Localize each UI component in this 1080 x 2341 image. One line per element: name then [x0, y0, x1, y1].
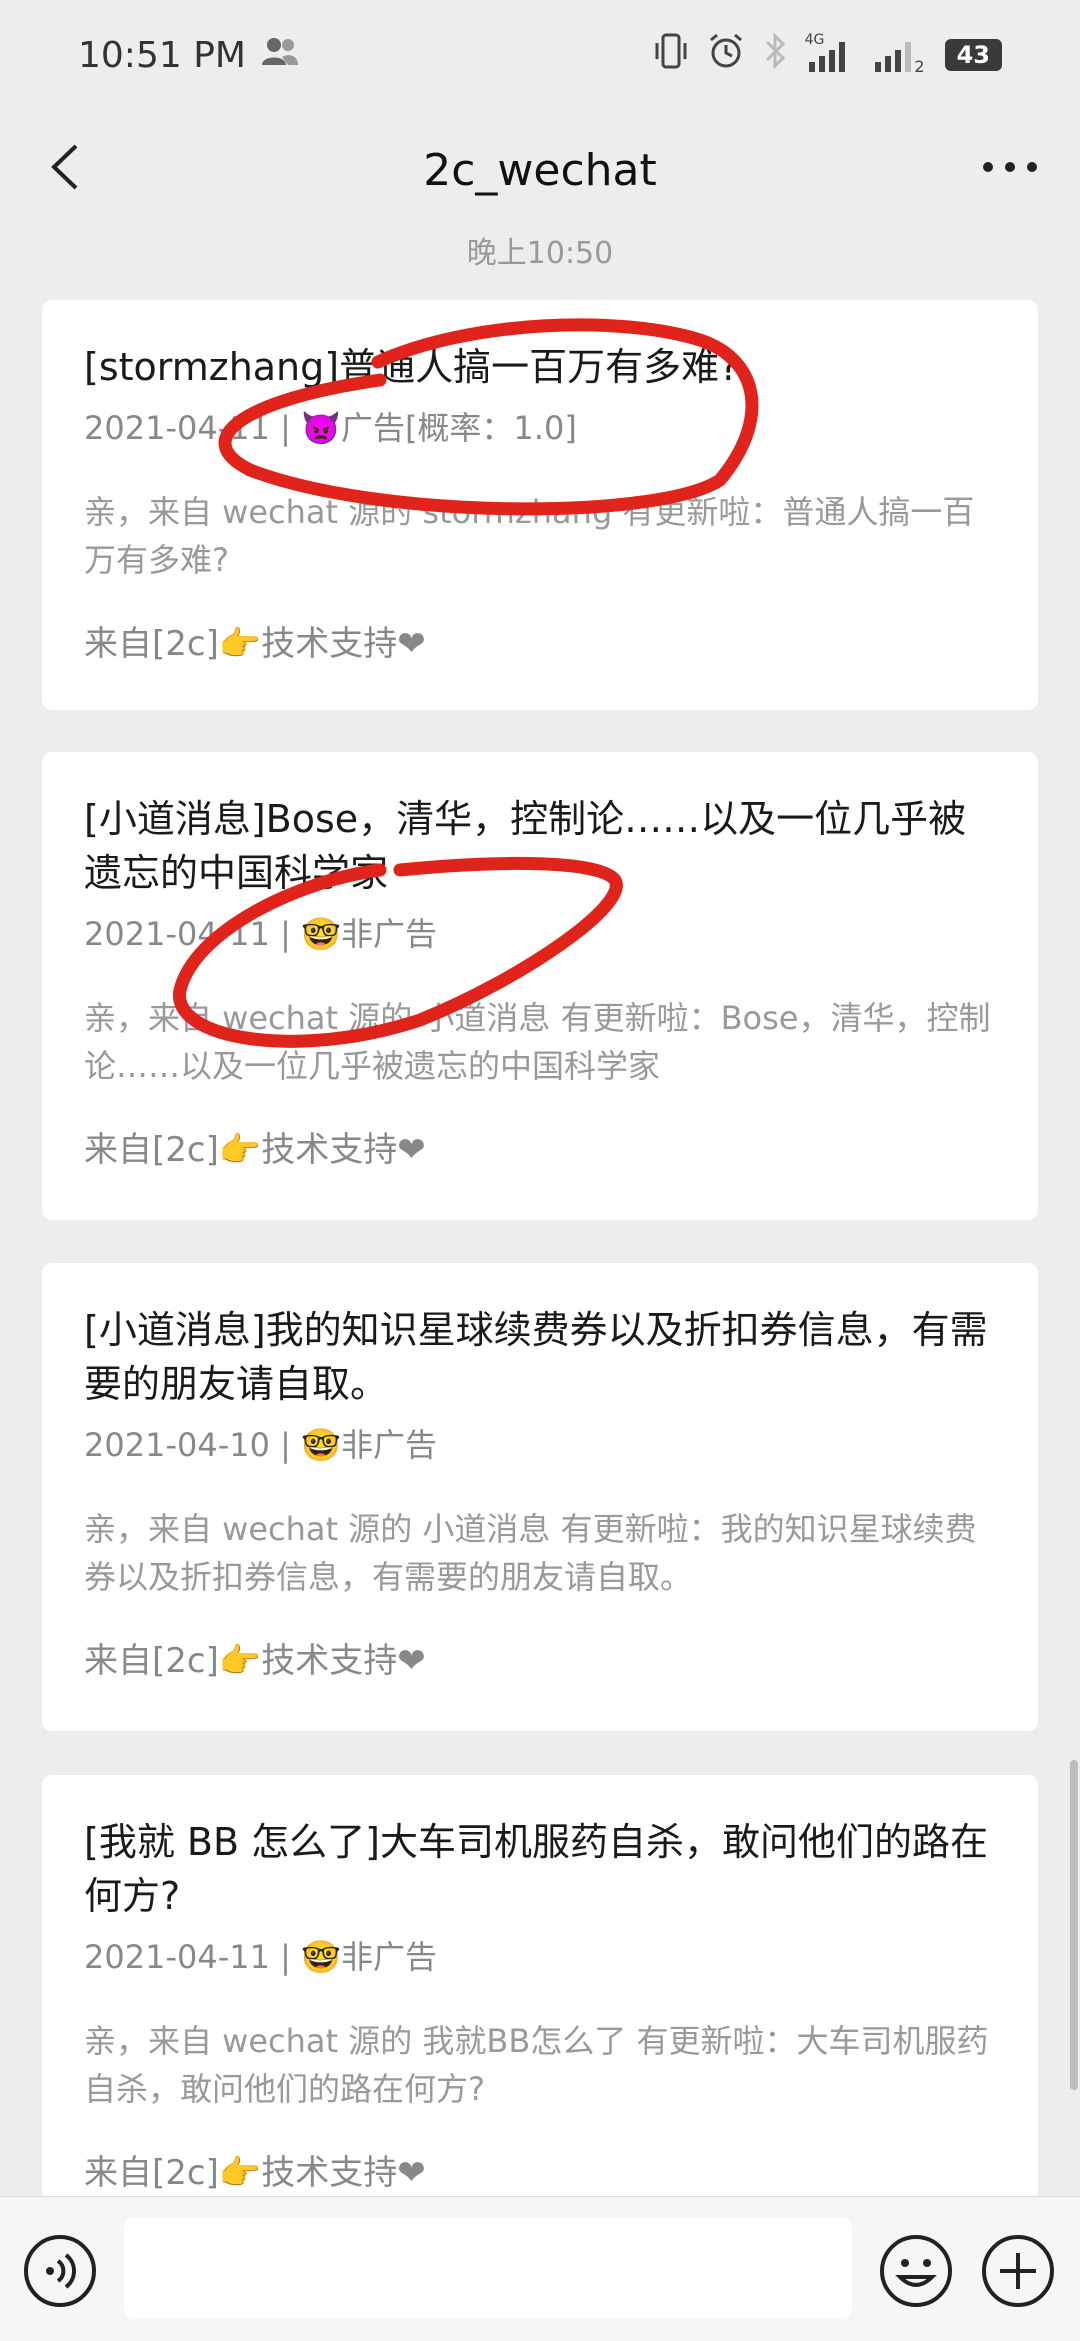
card-footer: 来自[2c]👉技术支持❤ [84, 1641, 426, 1681]
more-options-button[interactable] [970, 132, 1050, 202]
voice-icon [24, 2235, 96, 2307]
card-description: 亲，来自 wechat 源的 小道消息 有更新啦：Bose，清华，控制论……以及… [84, 999, 991, 1085]
card-meta: 2021-04-11 | 👿广告[概率：1.0] [84, 409, 577, 447]
message-card[interactable]: [stormzhang]普通人搞一百万有多难? 2021-04-11 | 👿广告… [42, 300, 1038, 710]
card-meta: 2021-04-11 | 🤓非广告 [84, 915, 437, 953]
message-card[interactable]: [小道消息]Bose，清华，控制论……以及一位几乎被遗忘的中国科学家 2021-… [42, 752, 1038, 1220]
signal-4g-icon: 4G [805, 32, 855, 74]
more-dots-icon [983, 162, 1037, 172]
battery-indicator: 43 [944, 39, 1002, 71]
alarm-icon [707, 32, 745, 78]
card-meta: 2021-04-11 | 🤓非广告 [84, 1938, 437, 1976]
chat-title: 2c_wechat [423, 144, 657, 196]
emoji-icon [880, 2235, 952, 2307]
status-right: 4G 2 43 [653, 31, 1002, 79]
card-description: 亲，来自 wechat 源的 我就BB怎么了 有更新啦：大车司机服药自杀，敢问他… [84, 2022, 989, 2108]
vibrate-icon [653, 31, 689, 79]
back-button[interactable] [30, 132, 100, 202]
emoji-button[interactable] [878, 2233, 954, 2309]
nav-bar: 2c_wechat [0, 110, 1080, 230]
more-functions-button[interactable] [980, 2233, 1056, 2309]
chevron-left-icon [51, 144, 78, 190]
message-card[interactable]: [小道消息]我的知识星球续费券以及折扣券信息，有需要的朋友请自取。 2021-0… [42, 1263, 1038, 1731]
card-title: [我就 BB 怎么了]大车司机服药自杀，敢问他们的路在何方? [84, 1820, 988, 1918]
plus-icon [982, 2235, 1054, 2307]
message-input[interactable] [124, 2217, 852, 2319]
status-time: 10:51 PM [78, 34, 246, 76]
card-title: [stormzhang]普通人搞一百万有多难? [84, 345, 740, 389]
time-divider: 晚上10:50 [466, 236, 614, 271]
signal-sim2-icon: 2 [873, 36, 927, 76]
message-card[interactable]: [我就 BB 怎么了]大车司机服药自杀，敢问他们的路在何方? 2021-04-1… [42, 1775, 1038, 2245]
contacts-icon [260, 35, 300, 76]
card-footer: 来自[2c]👉技术支持❤ [84, 1130, 426, 1170]
card-footer: 来自[2c]👉技术支持❤ [84, 2153, 426, 2193]
status-bar: 10:51 PM 4G 2 43 [0, 0, 1080, 110]
input-bar [0, 2196, 1080, 2341]
card-title: [小道消息]我的知识星球续费券以及折扣券信息，有需要的朋友请自取。 [84, 1308, 988, 1406]
voice-button[interactable] [22, 2233, 98, 2309]
card-footer: 来自[2c]👉技术支持❤ [84, 624, 426, 664]
card-meta: 2021-04-10 | 🤓非广告 [84, 1426, 437, 1464]
card-description: 亲，来自 wechat 源的 stormzhang 有更新啦：普通人搞一百万有多… [84, 493, 975, 579]
status-left: 10:51 PM [78, 35, 300, 76]
card-title: [小道消息]Bose，清华，控制论……以及一位几乎被遗忘的中国科学家 [84, 797, 967, 895]
card-description: 亲，来自 wechat 源的 小道消息 有更新啦：我的知识星球续费券以及折扣券信… [84, 1510, 977, 1596]
bluetooth-icon [763, 32, 787, 78]
scrollbar-thumb[interactable] [1070, 1760, 1078, 2090]
